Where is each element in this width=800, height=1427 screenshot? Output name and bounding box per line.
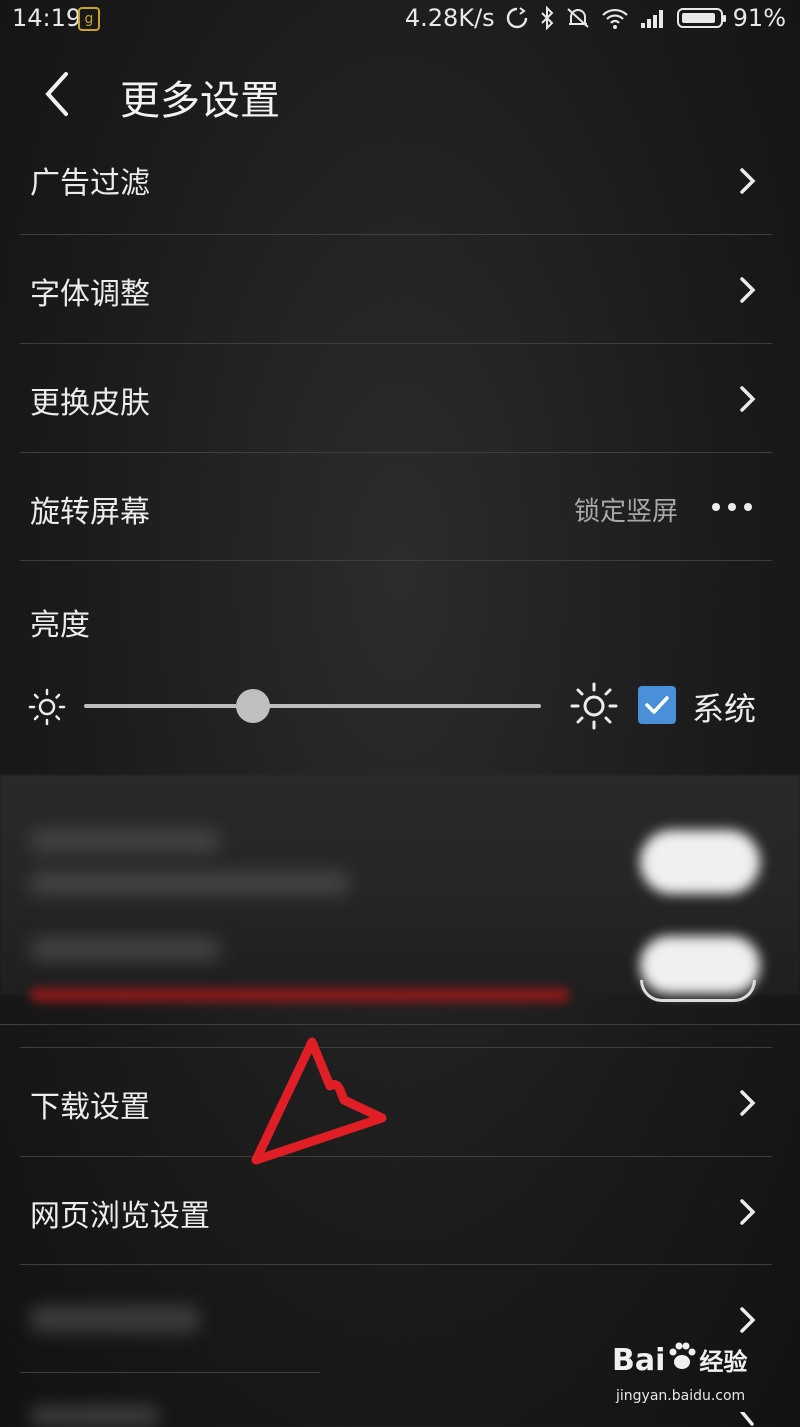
sync-icon bbox=[506, 7, 527, 29]
menu-item-label: 字体调整 bbox=[30, 277, 150, 312]
menu-item-change-skin[interactable]: 更换皮肤 bbox=[0, 344, 800, 452]
chevron-right-icon bbox=[740, 1307, 756, 1333]
net-speed: 4.28K/s bbox=[404, 4, 495, 32]
blurred-text bbox=[30, 830, 220, 852]
page-title: 更多设置 bbox=[120, 78, 280, 124]
blurred-toggle[interactable] bbox=[640, 830, 760, 894]
signal-icon bbox=[640, 10, 663, 28]
divider bbox=[20, 1372, 320, 1373]
divider bbox=[20, 560, 772, 561]
divider bbox=[0, 1024, 800, 1025]
menu-item-label: 旋转屏幕 bbox=[30, 495, 150, 530]
wifi-icon bbox=[601, 8, 628, 29]
chevron-right-icon bbox=[740, 1090, 756, 1116]
annotation-arrow bbox=[251, 1037, 387, 1165]
blurred-text bbox=[30, 1405, 160, 1427]
menu-item-rotate-screen[interactable]: 旋转屏幕 锁定竖屏 bbox=[0, 453, 800, 561]
menu-item-web-browse-settings[interactable]: 网页浏览设置 bbox=[0, 1157, 800, 1265]
brightness-label: 亮度 bbox=[30, 608, 90, 643]
status-right-group: 4.28K/s 91% bbox=[405, 4, 786, 32]
status-time: 14:19 bbox=[12, 4, 82, 32]
blurred-text bbox=[30, 938, 220, 960]
brightness-high-icon bbox=[570, 682, 618, 730]
status-bar: 14:19 g 4.28K/s 91% bbox=[0, 0, 800, 40]
watermark-url: jingyan.baidu.com bbox=[616, 1388, 746, 1404]
mute-bell-icon bbox=[566, 8, 589, 28]
menu-item-label: 更换皮肤 bbox=[30, 386, 150, 421]
menu-item-label: 网页浏览设置 bbox=[30, 1199, 210, 1234]
system-brightness-checkbox[interactable] bbox=[638, 686, 676, 724]
brightness-slider-thumb[interactable] bbox=[236, 689, 271, 723]
baidu-watermark: Bai 经验 jingyan.baidu.com bbox=[612, 1340, 782, 1420]
brightness-low-icon bbox=[28, 688, 66, 726]
more-dots-icon[interactable] bbox=[712, 503, 752, 511]
system-label: 系统 bbox=[692, 690, 757, 728]
blurred-text bbox=[30, 872, 350, 894]
chevron-right-icon bbox=[740, 386, 756, 412]
brightness-slider-track[interactable] bbox=[84, 704, 541, 708]
toggle-edge bbox=[640, 980, 756, 1002]
chevron-right-icon bbox=[740, 277, 756, 303]
menu-item-label: 广告过滤 bbox=[30, 166, 150, 201]
checkmark-icon bbox=[645, 696, 669, 714]
app-notification-icon: g bbox=[78, 7, 100, 31]
battery-percent: 91% bbox=[732, 4, 786, 32]
watermark-logo: Bai 经验 bbox=[612, 1340, 747, 1378]
blurred-warning-text bbox=[30, 988, 570, 1002]
rotate-value: 锁定竖屏 bbox=[574, 497, 679, 527]
menu-item-download-settings[interactable]: 下载设置 bbox=[0, 1048, 800, 1156]
paw-icon bbox=[669, 1342, 696, 1369]
menu-item-font-adjust[interactable]: 字体调整 bbox=[0, 235, 800, 343]
chevron-right-icon bbox=[740, 168, 756, 194]
blurred-text bbox=[30, 1305, 200, 1333]
menu-item-label: 下载设置 bbox=[30, 1090, 150, 1125]
menu-item-ad-filter[interactable]: 广告过滤 bbox=[0, 126, 800, 234]
back-arrow-icon[interactable] bbox=[30, 64, 90, 124]
battery-icon bbox=[676, 8, 726, 28]
chevron-right-icon bbox=[740, 1199, 756, 1225]
bluetooth-icon bbox=[540, 6, 554, 30]
